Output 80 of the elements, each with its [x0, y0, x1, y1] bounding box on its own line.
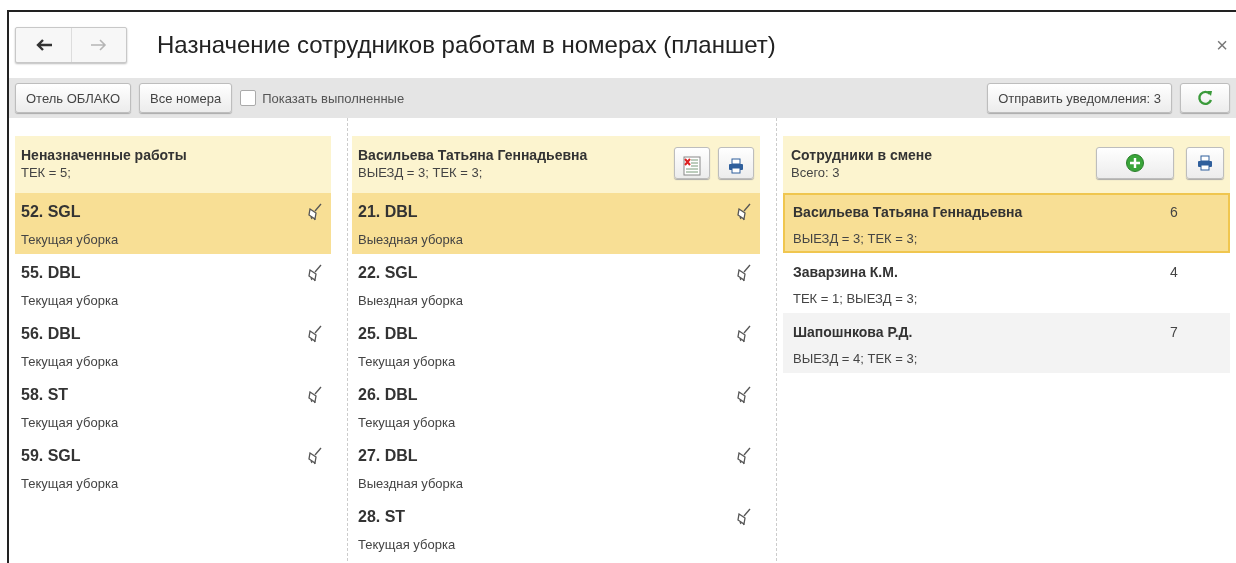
right-arrow-icon: [89, 37, 109, 53]
excel-export-button[interactable]: [674, 147, 710, 179]
add-button[interactable]: [1096, 147, 1174, 179]
broom-icon[interactable]: [736, 203, 752, 221]
work-count: 7: [1170, 323, 1179, 342]
work-type: Текущая уборка: [21, 475, 119, 493]
room-title: 56. DBL: [21, 324, 82, 344]
broom-icon[interactable]: [736, 264, 752, 282]
work-item[interactable]: 55. DBL Текущая уборка: [15, 254, 331, 315]
employee-row[interactable]: Васильева Татьяна Геннадьевна 6 ВЫЕЗД = 3; ТЕК = 3;: [783, 193, 1230, 253]
broom-icon[interactable]: [307, 264, 323, 282]
work-item[interactable]: 28. ST Текущая уборка: [352, 498, 760, 559]
room-title: 58. ST: [21, 385, 70, 405]
work-type: Текущая уборка: [358, 414, 456, 432]
employee-summary: ТЕК = 1; ВЫЕЗД = 3;: [793, 290, 919, 308]
broom-icon[interactable]: [307, 447, 323, 465]
work-item[interactable]: 21. DBL Выездная уборка: [352, 193, 760, 254]
column-title: Васильева Татьяна Геннадьевна: [358, 147, 588, 163]
employee-row[interactable]: Заварзина К.М. 4 ТЕК = 1; ВЫЕЗД = 3;: [783, 253, 1230, 313]
broom-icon[interactable]: [736, 386, 752, 404]
work-type: Текущая уборка: [358, 353, 456, 371]
employee-name: Заварзина К.М.: [793, 263, 899, 282]
close-button[interactable]: ×: [1216, 33, 1228, 57]
column-title: Неназначенные работы: [21, 147, 187, 163]
room-title: 52. SGL: [21, 202, 82, 222]
employee-summary: ВЫЕЗД = 3; ТЕК = 3;: [793, 230, 919, 248]
filter-button[interactable]: Все номера: [139, 83, 233, 113]
work-type: Текущая уборка: [21, 353, 119, 371]
employee-summary: ВЫЕЗД = 4; ТЕК = 3;: [793, 350, 919, 368]
room-title: 55. DBL: [21, 263, 82, 283]
broom-icon[interactable]: [307, 386, 323, 404]
column-title: Сотрудники в смене: [791, 147, 933, 163]
plus-icon: [1125, 153, 1145, 173]
spreadsheet-icon: [681, 156, 703, 176]
checkbox-label: Показать выполненные: [262, 90, 405, 106]
work-item[interactable]: 58. ST Текущая уборка: [15, 376, 331, 437]
work-type: Текущая уборка: [21, 414, 119, 432]
room-title: 25. DBL: [358, 324, 419, 344]
work-type: Текущая уборка: [358, 536, 456, 554]
work-count: 6: [1170, 203, 1179, 222]
broom-icon[interactable]: [736, 508, 752, 526]
printer-icon: [727, 157, 745, 175]
work-type: Выездная уборка: [358, 475, 464, 493]
send-notifications-button[interactable]: Отправить уведомления: 3: [987, 83, 1172, 113]
refresh-icon: [1196, 89, 1214, 107]
employee-row[interactable]: Шапошнкова Р.Д. 7 ВЫЕЗД = 4; ТЕК = 3;: [783, 313, 1230, 373]
work-type: Текущая уборка: [21, 231, 119, 249]
work-item[interactable]: 25. DBL Текущая уборка: [352, 315, 760, 376]
broom-icon[interactable]: [736, 325, 752, 343]
work-type: Выездная уборка: [358, 231, 464, 249]
work-item[interactable]: 22. SGL Выездная уборка: [352, 254, 760, 315]
work-item[interactable]: 56. DBL Текущая уборка: [15, 315, 331, 376]
room-title: 22. SGL: [358, 263, 419, 283]
broom-icon[interactable]: [307, 203, 323, 221]
window-title: Назначение сотрудников работам в номерах (планшет): [157, 31, 777, 59]
room-title: 26. DBL: [358, 385, 419, 405]
work-item[interactable]: 59. SGL Текущая уборка: [15, 437, 331, 498]
refresh-button[interactable]: [1180, 83, 1230, 113]
broom-icon[interactable]: [307, 325, 323, 343]
work-type: Текущая уборка: [21, 292, 119, 310]
work-item[interactable]: 26. DBL Текущая уборка: [352, 376, 760, 437]
room-title: 21. DBL: [358, 202, 419, 222]
work-item[interactable]: 52. SGL Текущая уборка: [15, 193, 331, 254]
work-count: 4: [1170, 263, 1179, 282]
print-button[interactable]: [1186, 147, 1224, 179]
room-title: 27. DBL: [358, 446, 419, 466]
column-summary: ТЕК = 5;: [21, 165, 72, 180]
filter-button[interactable]: Отель ОБЛАКО: [15, 83, 132, 113]
work-item[interactable]: 27. DBL Выездная уборка: [352, 437, 760, 498]
printer-icon: [1196, 154, 1214, 172]
broom-icon[interactable]: [736, 447, 752, 465]
room-title: 59. SGL: [21, 446, 82, 466]
work-type: Выездная уборка: [358, 292, 464, 310]
employee-name: Шапошнкова Р.Д.: [793, 323, 914, 342]
employee-name: Васильева Татьяна Геннадьевна: [793, 203, 1024, 222]
room-title: 28. ST: [358, 507, 407, 527]
column-summary: ВЫЕЗД = 3; ТЕК = 3;: [358, 165, 484, 180]
checkbox[interactable]: [240, 90, 257, 106]
print-button[interactable]: [718, 147, 754, 179]
column-summary: Всего: 3: [791, 165, 841, 180]
